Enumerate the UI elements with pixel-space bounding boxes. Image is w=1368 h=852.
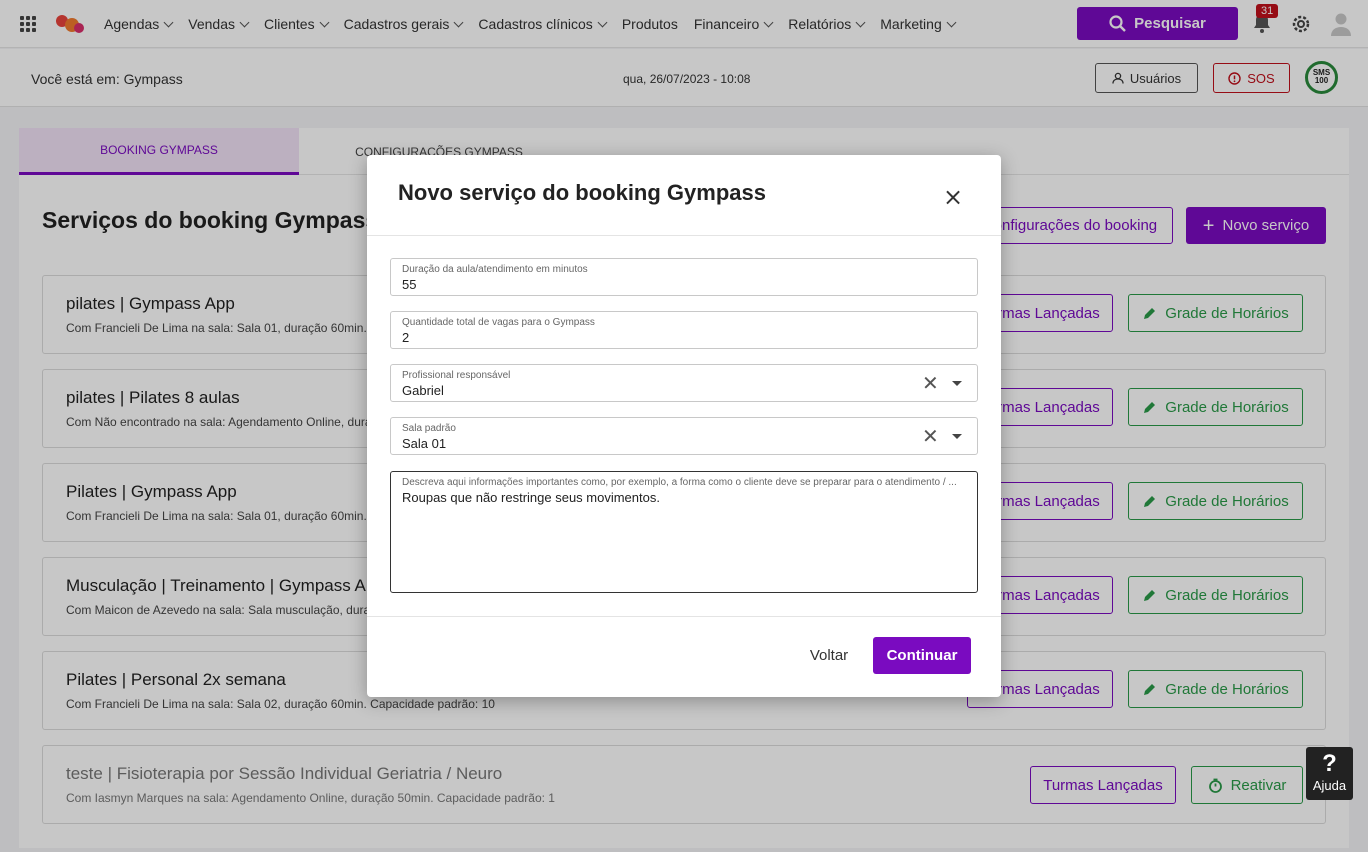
new-service-dialog: Novo serviço do booking Gympass × Duraçã… <box>367 155 1001 697</box>
description-label: Descreva aqui informações importantes co… <box>402 477 957 488</box>
back-button[interactable]: Voltar <box>798 637 860 674</box>
divider <box>367 616 1001 617</box>
clear-icon[interactable]: ✕ <box>922 373 939 393</box>
duration-input[interactable] <box>402 277 902 292</box>
capacity-label: Quantidade total de vagas para o Gympass <box>402 317 595 328</box>
question-icon: ? <box>1322 750 1337 777</box>
professional-value: Gabriel <box>402 383 444 398</box>
room-value: Sala 01 <box>402 436 447 451</box>
capacity-input[interactable] <box>402 330 902 345</box>
description-textarea[interactable]: Roupas que não restringe seus movimentos… <box>402 490 962 580</box>
dropdown-caret-icon[interactable] <box>952 381 962 386</box>
help-button[interactable]: ? Ajuda <box>1306 747 1353 800</box>
capacity-field[interactable]: Quantidade total de vagas para o Gympass <box>390 311 978 349</box>
divider <box>367 235 1001 236</box>
continue-button[interactable]: Continuar <box>873 637 971 674</box>
professional-select[interactable]: Profissional responsável Gabriel ✕ <box>390 364 978 402</box>
duration-label: Duração da aula/atendimento em minutos <box>402 264 588 275</box>
help-label: Ajuda <box>1312 778 1347 793</box>
close-icon[interactable]: × <box>941 185 965 209</box>
room-select[interactable]: Sala padrão Sala 01 ✕ <box>390 417 978 455</box>
description-field[interactable]: Descreva aqui informações importantes co… <box>390 471 978 593</box>
duration-field[interactable]: Duração da aula/atendimento em minutos <box>390 258 978 296</box>
clear-icon[interactable]: ✕ <box>922 426 939 446</box>
dialog-title: Novo serviço do booking Gympass <box>398 180 766 205</box>
dropdown-caret-icon[interactable] <box>952 434 962 439</box>
room-label: Sala padrão <box>402 423 456 434</box>
professional-label: Profissional responsável <box>402 370 511 381</box>
